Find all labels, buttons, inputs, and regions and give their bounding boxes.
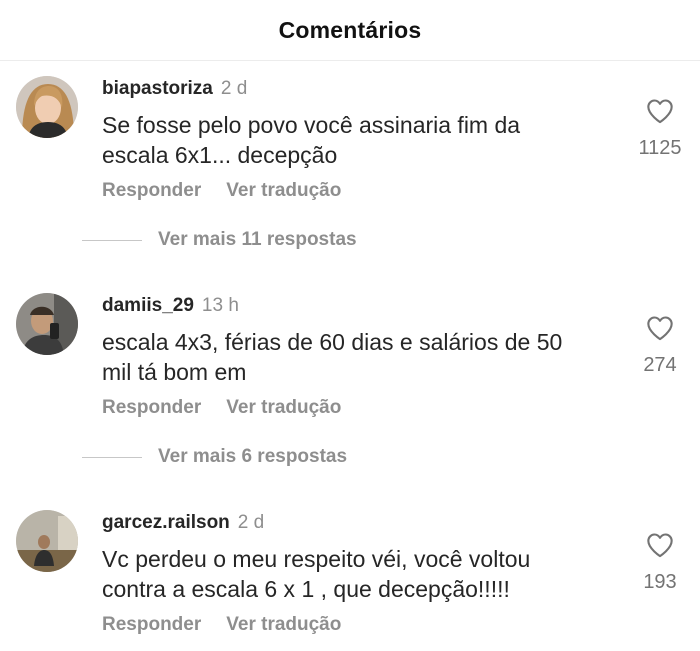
comment-text-line: escala 6x1... decepção	[102, 142, 338, 168]
comment-actions: Responder Ver tradução	[102, 180, 341, 202]
like-count: 1125	[638, 137, 682, 159]
comment-text: Vc perdeu o meu respeito véi, você volto…	[102, 544, 602, 604]
comment-actions: Responder Ver tradução	[102, 397, 341, 419]
view-replies[interactable]: Ver mais 6 respostas	[82, 446, 347, 468]
translate-button[interactable]: Ver tradução	[226, 397, 341, 418]
comment-meta: damiis_29 13 h	[102, 295, 239, 317]
username[interactable]: damiis_29	[102, 295, 194, 316]
replies-divider	[82, 239, 142, 241]
avatar-photo	[16, 510, 78, 572]
avatar-photo	[16, 76, 78, 138]
avatar-biapastoriza[interactable]	[16, 76, 78, 138]
avatar-garcez.railson[interactable]	[16, 510, 78, 572]
translate-button[interactable]: Ver tradução	[226, 180, 341, 201]
translate-button[interactable]: Ver tradução	[226, 614, 341, 635]
comments-header: Comentários	[0, 0, 700, 61]
heart-icon[interactable]	[646, 532, 674, 563]
comment-text-line: mil tá bom em	[102, 359, 247, 385]
comment-actions: Responder Ver tradução	[102, 614, 341, 636]
reply-button[interactable]: Responder	[102, 614, 201, 635]
comment-meta: biapastoriza 2 d	[102, 78, 247, 100]
comment-text-line: Se fosse pelo povo você assinaria fim da	[102, 112, 521, 138]
view-replies-label[interactable]: Ver mais 11 respostas	[158, 229, 357, 251]
view-replies-label[interactable]: Ver mais 6 respostas	[158, 446, 347, 468]
like-control: 193	[630, 532, 690, 593]
comment-text-line: contra a escala 6 x 1 , que decepção!!!!…	[102, 576, 510, 602]
like-control: 1125	[630, 98, 690, 159]
comment-meta: garcez.railson 2 d	[102, 512, 264, 534]
like-control: 274	[630, 315, 690, 376]
heart-icon[interactable]	[646, 315, 674, 346]
heart-icon[interactable]	[646, 98, 674, 129]
comment-text-line: escala 4x3, férias de 60 dias e salários…	[102, 329, 563, 355]
comment-text: Se fosse pelo povo você assinaria fim da…	[102, 110, 602, 170]
reply-button[interactable]: Responder	[102, 397, 201, 418]
timestamp: 2 d	[237, 512, 265, 533]
like-count: 193	[643, 571, 677, 593]
comment-1: biapastoriza 2 d Se fosse pelo povo você …	[0, 76, 700, 256]
comment-text: escala 4x3, férias de 60 dias e salários…	[102, 327, 602, 387]
timestamp: 2 d	[220, 78, 248, 99]
like-count: 274	[643, 354, 677, 376]
replies-divider	[82, 456, 142, 458]
comment-text-line: Vc perdeu o meu respeito véi, você volto…	[102, 546, 531, 572]
username[interactable]: garcez.railson	[102, 512, 230, 533]
reply-button[interactable]: Responder	[102, 180, 201, 201]
view-replies[interactable]: Ver mais 11 respostas	[82, 229, 357, 251]
avatar-damiis_29[interactable]	[16, 293, 78, 355]
comment-3: garcez.railson 2 d Vc perdeu o meu respei…	[0, 510, 700, 651]
timestamp: 13 h	[201, 295, 239, 316]
avatar-photo	[16, 293, 78, 355]
page-title: Comentários	[278, 16, 422, 43]
comment-2: damiis_29 13 h escala 4x3, férias de 60 d…	[0, 293, 700, 473]
username[interactable]: biapastoriza	[102, 78, 213, 99]
